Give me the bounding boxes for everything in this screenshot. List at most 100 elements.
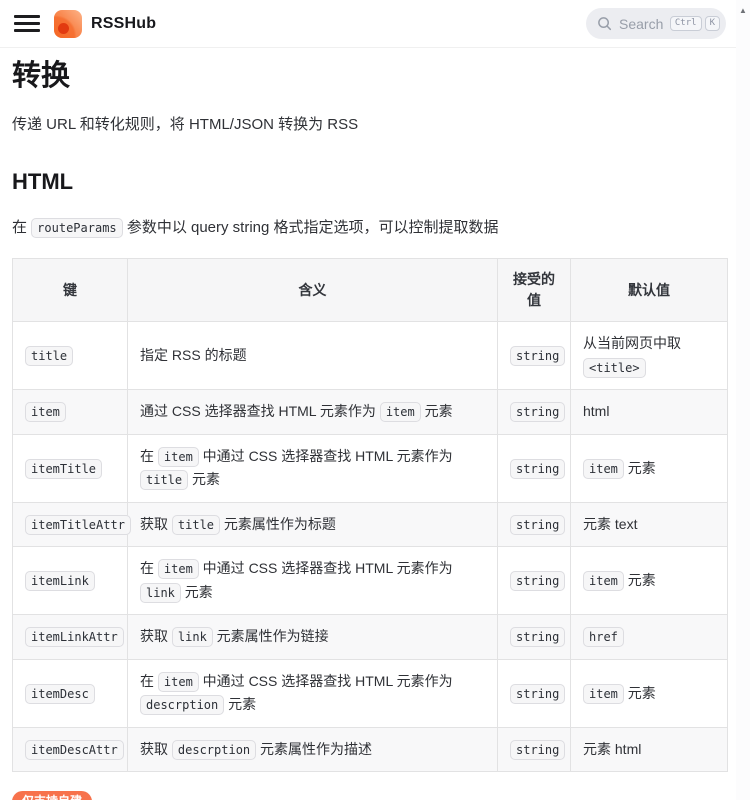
hamburger-icon: [14, 22, 40, 25]
table-row: title 指定 RSS 的标题 string 从当前网页中取 <title>: [13, 322, 728, 390]
inline-code: item: [158, 672, 199, 692]
inline-code: item: [158, 447, 199, 467]
inline-code: link: [172, 627, 213, 647]
accepts-cell: string: [498, 727, 571, 772]
page-subtitle: 传递 URL 和转化规则，将 HTML/JSON 转换为 RSS: [12, 113, 727, 134]
params-table: 键 含义 接受的值 默认值 title 指定 RSS 的标题 string 从当前网页…: [12, 258, 728, 772]
kbd-ctrl: Ctrl: [670, 16, 702, 31]
key-cell: itemTitleAttr: [13, 502, 128, 547]
inline-code: link: [140, 583, 181, 603]
accepts-cell: string: [498, 390, 571, 435]
section-heading-html: HTML: [12, 169, 727, 195]
inline-code: itemDesc: [25, 684, 95, 704]
inline-code: string: [510, 740, 565, 760]
table-row: itemDescAttr获取 descrption 元素属性作为描述 string…: [13, 727, 728, 772]
inline-code: itemLinkAttr: [25, 627, 124, 647]
key-cell: itemTitle: [13, 434, 128, 502]
column-header-meaning: 含义: [128, 259, 498, 322]
kbd-k: K: [705, 16, 720, 31]
table-header-row: 键 含义 接受的值 默认值: [13, 259, 728, 322]
table-row: itemTitle 在 item 中通过 CSS 选择器查找 HTML 元素作为 …: [13, 434, 728, 502]
inline-code: string: [510, 346, 565, 366]
menu-button[interactable]: [14, 15, 40, 32]
inline-code: item: [158, 559, 199, 579]
inline-code: routeParams: [31, 218, 122, 238]
meaning-cell: 指定 RSS 的标题: [128, 322, 498, 390]
table-row: itemTitleAttr获取 title 元素属性作为标题 string 元素 t…: [13, 502, 728, 547]
inline-code: item: [583, 571, 624, 591]
inline-code: descrption: [140, 695, 224, 715]
accepts-cell: string: [498, 659, 571, 727]
default-cell: item 元素: [571, 547, 728, 615]
meaning-cell: 获取 title 元素属性作为标题: [128, 502, 498, 547]
accepts-cell: string: [498, 615, 571, 660]
default-cell: item 元素: [571, 434, 728, 502]
meaning-cell: 获取 descrption 元素属性作为描述: [128, 727, 498, 772]
inline-code: item: [380, 402, 421, 422]
key-cell: itemLink: [13, 547, 128, 615]
inline-code: string: [510, 459, 565, 479]
inline-code: title: [172, 515, 220, 535]
page-title: 转换: [12, 58, 727, 94]
intro-paragraph: 在 routeParams 参数中以 query string 格式指定选项，可…: [12, 216, 727, 237]
table-row: itemLink 在 item 中通过 CSS 选择器查找 HTML 元素作为 l…: [13, 547, 728, 615]
key-cell: itemDescAttr: [13, 727, 128, 772]
column-header-accepts: 接受的值: [498, 259, 571, 322]
search-shortcut: Ctrl K: [670, 16, 720, 31]
hamburger-icon: [14, 15, 40, 18]
doc-content: 转换 传递 URL 和转化规则，将 HTML/JSON 转换为 RSS HTML…: [0, 58, 750, 800]
key-cell: itemLinkAttr: [13, 615, 128, 660]
search-placeholder: Search: [619, 16, 663, 32]
search-icon: [597, 16, 612, 31]
table-row: itemLinkAttr获取 link 元素属性作为链接 string href: [13, 615, 728, 660]
inline-code: string: [510, 571, 565, 591]
inline-code: string: [510, 515, 565, 535]
inline-code: item: [25, 402, 66, 422]
inline-code: item: [583, 459, 624, 479]
table-row: itemDesc 在 item 中通过 CSS 选择器查找 HTML 元素作为 d…: [13, 659, 728, 727]
inline-code: itemDescAttr: [25, 740, 124, 760]
inline-code: href: [583, 627, 624, 647]
default-cell: 从当前网页中取 <title>: [571, 322, 728, 390]
column-header-key: 键: [13, 259, 128, 322]
inline-code: string: [510, 402, 565, 422]
default-cell: href: [571, 615, 728, 660]
inline-code: itemLink: [25, 571, 95, 591]
inline-code: item: [583, 684, 624, 704]
scrollbar[interactable]: ▲: [736, 0, 750, 800]
inline-code: title: [25, 346, 73, 366]
accepts-cell: string: [498, 322, 571, 390]
inline-code: itemTitle: [25, 459, 102, 479]
key-cell: itemDesc: [13, 659, 128, 727]
inline-code: descrption: [172, 740, 256, 760]
accepts-cell: string: [498, 547, 571, 615]
brand-link[interactable]: RSSHub: [54, 10, 156, 38]
default-cell: html: [571, 390, 728, 435]
default-cell: 元素 text: [571, 502, 728, 547]
selfhost-badge: 仅支持自建: [12, 791, 92, 800]
accepts-cell: string: [498, 434, 571, 502]
meaning-cell: 在 item 中通过 CSS 选择器查找 HTML 元素作为 descrptio…: [128, 659, 498, 727]
inline-code: itemTitleAttr: [25, 515, 131, 535]
meaning-cell: 获取 link 元素属性作为链接: [128, 615, 498, 660]
accepts-cell: string: [498, 502, 571, 547]
key-cell: item: [13, 390, 128, 435]
meaning-cell: 通过 CSS 选择器查找 HTML 元素作为 item 元素: [128, 390, 498, 435]
column-header-default: 默认值: [571, 259, 728, 322]
default-cell: 元素 html: [571, 727, 728, 772]
navbar: RSSHub Search Ctrl K: [0, 0, 750, 48]
inline-code: string: [510, 627, 565, 647]
default-cell: item 元素: [571, 659, 728, 727]
inline-code: <title>: [583, 358, 646, 378]
inline-code: string: [510, 684, 565, 704]
hamburger-icon: [14, 29, 40, 32]
brand-name: RSSHub: [91, 15, 156, 33]
meaning-cell: 在 item 中通过 CSS 选择器查找 HTML 元素作为 title 元素: [128, 434, 498, 502]
meaning-cell: 在 item 中通过 CSS 选择器查找 HTML 元素作为 link 元素: [128, 547, 498, 615]
search-button[interactable]: Search Ctrl K: [586, 8, 726, 39]
rsshub-logo-icon: [54, 10, 82, 38]
key-cell: title: [13, 322, 128, 390]
table-row: item通过 CSS 选择器查找 HTML 元素作为 item 元素string…: [13, 390, 728, 435]
scroll-up-arrow-icon[interactable]: ▲: [736, 0, 750, 15]
inline-code: title: [140, 470, 188, 490]
